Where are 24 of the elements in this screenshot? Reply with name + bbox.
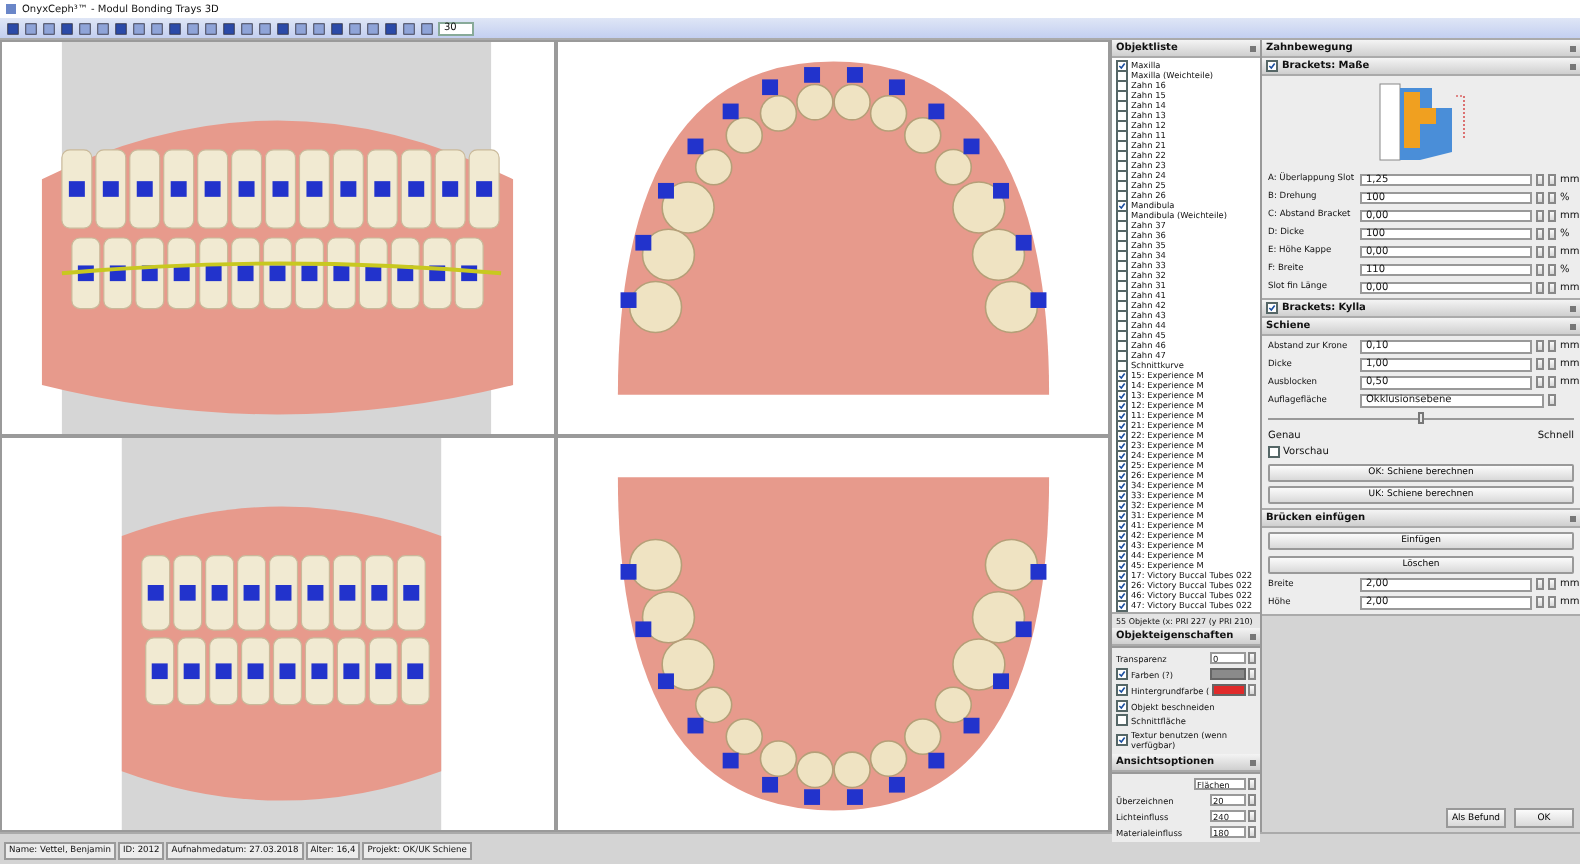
precision-slider[interactable] <box>1268 412 1574 424</box>
collapse-icon[interactable] <box>1250 633 1256 639</box>
checkbox[interactable] <box>1266 302 1278 314</box>
color-swatch[interactable] <box>1209 668 1245 680</box>
checkbox[interactable] <box>1116 59 1128 71</box>
checkbox[interactable] <box>1266 60 1278 72</box>
collapse-icon[interactable] <box>1570 63 1576 69</box>
slider-thumb[interactable] <box>1418 412 1424 424</box>
collapse-icon[interactable] <box>1570 515 1576 521</box>
checkbox[interactable] <box>1116 668 1128 680</box>
collapse-icon[interactable] <box>1570 45 1576 51</box>
collapse-icon[interactable] <box>1570 323 1576 329</box>
dropdown-button[interactable] <box>1248 778 1256 790</box>
app-icon <box>6 4 16 14</box>
color-swatch[interactable] <box>1212 684 1245 696</box>
checkbox[interactable] <box>1116 700 1128 712</box>
checkbox[interactable] <box>1116 714 1128 726</box>
checkbox[interactable] <box>1268 446 1280 458</box>
checkbox[interactable] <box>1116 734 1128 746</box>
spin-button[interactable] <box>1248 652 1256 664</box>
collapse-icon[interactable] <box>1250 759 1256 765</box>
checkbox[interactable] <box>1116 684 1128 696</box>
collapse-icon[interactable] <box>1570 305 1576 311</box>
collapse-icon[interactable] <box>1250 45 1256 51</box>
